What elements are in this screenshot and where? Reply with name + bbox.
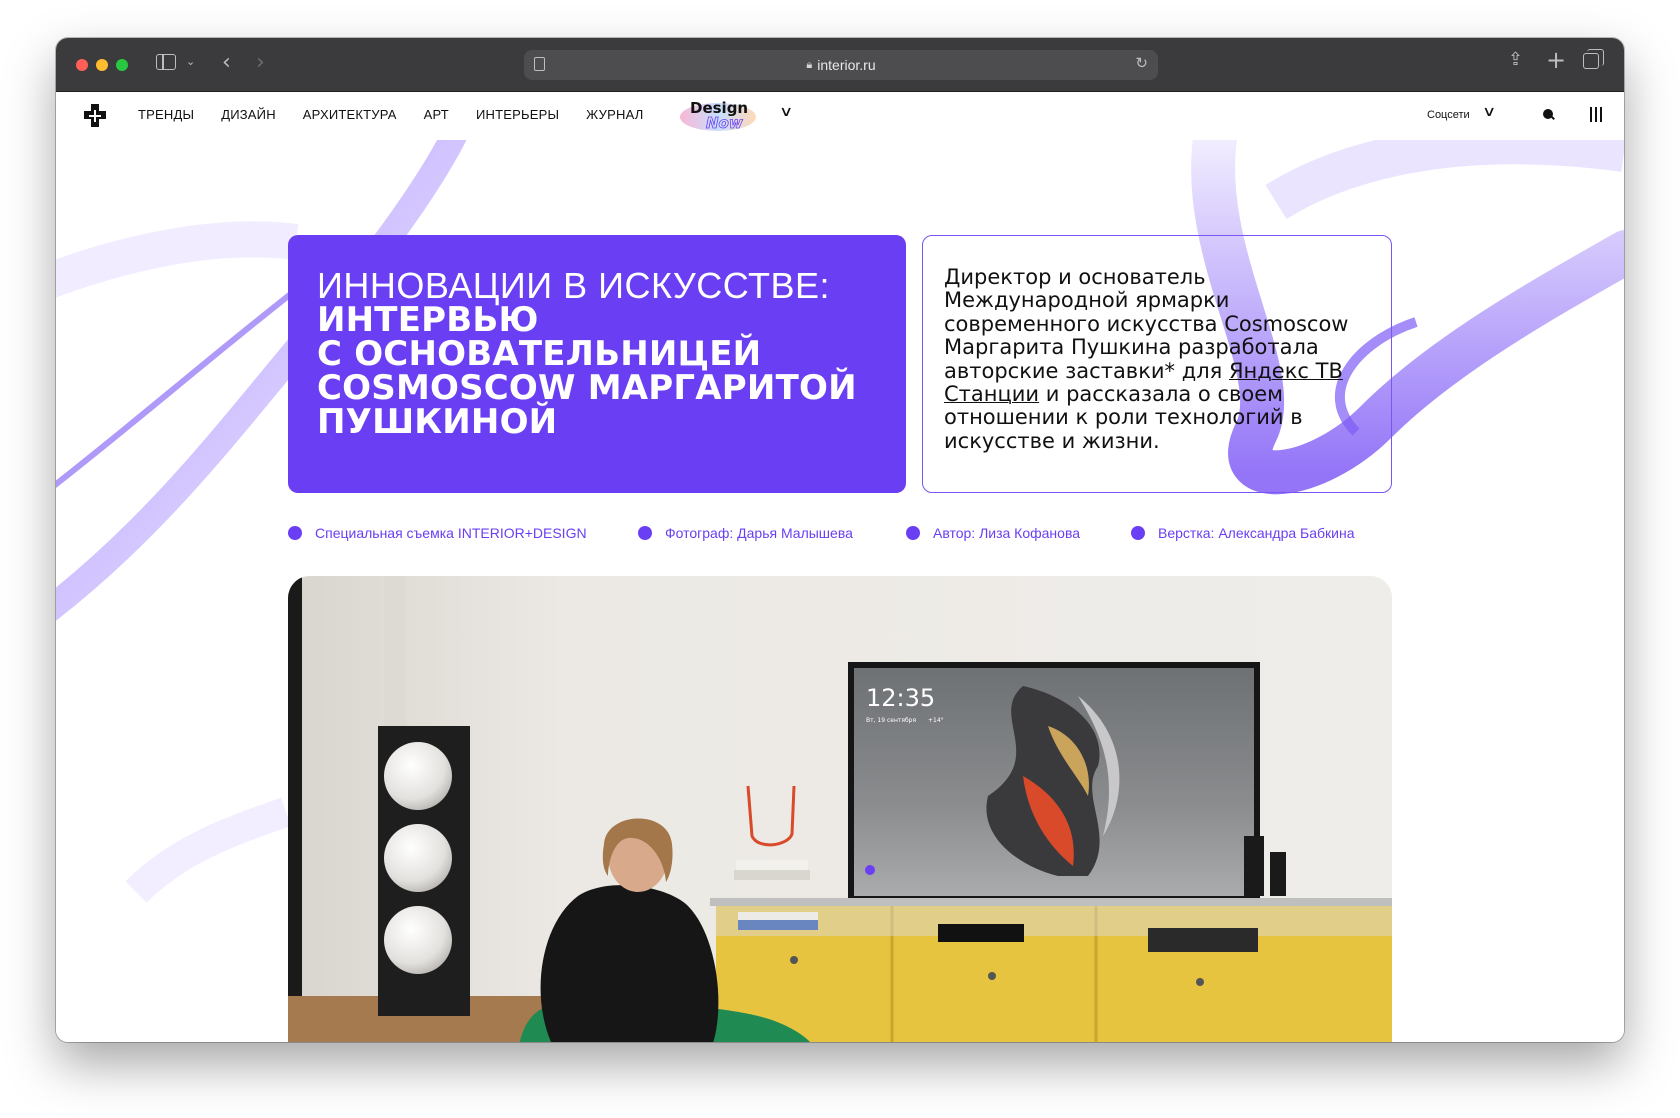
- minimize-window-button[interactable]: [96, 59, 108, 71]
- bullet-dot-icon: [288, 526, 302, 540]
- credit-item[interactable]: Специальная съемка INTERIOR+DESIGN: [288, 525, 587, 541]
- site-header: ТРЕНДЫ ДИЗАЙН АРХИТЕКТУРА АРТ ИНТЕРЬЕРЫ …: [56, 92, 1624, 140]
- socials-dropdown[interactable]: Соцсети: [1427, 109, 1470, 121]
- browser-toolbar: ⌄ ‹ › 🔒︎ interior.ru ↻ ⇪ +: [56, 38, 1624, 92]
- hero-title-line: ИНТЕРВЬЮ: [317, 300, 539, 340]
- back-icon[interactable]: ‹: [222, 50, 231, 75]
- web-page: ТРЕНДЫ ДИЗАЙН АРХИТЕКТУРА АРТ ИНТЕРЬЕРЫ …: [56, 92, 1624, 1042]
- close-window-button[interactable]: [76, 59, 88, 71]
- nav-architecture[interactable]: АРХИТЕКТУРА: [303, 107, 397, 122]
- hero-title-line: COSMOSCOW МАРГАРИТОЙ: [317, 368, 857, 408]
- main-nav: ТРЕНДЫ ДИЗАЙН АРХИТЕКТУРА АРТ ИНТЕРЬЕРЫ …: [138, 107, 670, 122]
- new-tab-icon[interactable]: +: [1546, 46, 1566, 74]
- hero-title-light: ИННОВАЦИИ В ИСКУССТВЕ:: [317, 265, 831, 306]
- forward-icon[interactable]: ›: [256, 50, 265, 75]
- reload-icon[interactable]: ↻: [1135, 54, 1148, 72]
- nav-interiors[interactable]: ИНТЕРЬЕРЫ: [476, 107, 559, 122]
- credit-text: Верстка: Александра Бабкина: [1158, 525, 1355, 541]
- credit-text: Автор: Лиза Кофанова: [933, 525, 1081, 541]
- share-icon[interactable]: ⇪: [1508, 49, 1523, 70]
- window-controls: [76, 59, 128, 71]
- credit-text: Фотограф: Дарья Малышева: [665, 525, 853, 541]
- nav-trends[interactable]: ТРЕНДЫ: [138, 107, 194, 122]
- hero-title-line: ПУШКИНОЙ: [317, 402, 558, 442]
- credit-item[interactable]: Верстка: Александра Бабкина: [1131, 525, 1355, 541]
- search-icon[interactable]: [1543, 109, 1553, 119]
- menu-icon[interactable]: [1590, 107, 1602, 122]
- hero-title-bold: ИНТЕРВЬЮ С ОСНОВАТЕЛЬНИЦЕЙ COSMOSCOW МАР…: [317, 303, 878, 439]
- lead-card: Директор и основатель Международной ярма…: [922, 235, 1392, 493]
- alice-icon: [865, 865, 875, 875]
- bullet-dot-icon: [906, 526, 920, 540]
- badge-line2: Now: [706, 114, 743, 132]
- credit-text: Специальная съемка INTERIOR+DESIGN: [315, 525, 587, 541]
- credit-item[interactable]: Фотограф: Дарья Малышева: [638, 525, 853, 541]
- bullet-dot-icon: [638, 526, 652, 540]
- bullet-dot-icon: [1131, 526, 1145, 540]
- nav-design[interactable]: ДИЗАЙН: [221, 107, 276, 122]
- interior-photo-illustration: 12:35 Вт, 19 сентября +14°: [288, 576, 1392, 1042]
- chevron-down-icon[interactable]: ∨: [1482, 104, 1496, 120]
- chevron-down-icon[interactable]: ⌄: [186, 55, 195, 68]
- reader-icon[interactable]: [534, 57, 545, 71]
- hero-title-card: ИННОВАЦИИ В ИСКУССТВЕ: ИНТЕРВЬЮ С ОСНОВА…: [288, 235, 906, 493]
- lock-icon: 🔒︎: [806, 58, 813, 71]
- design-now-badge[interactable]: Design Now: [676, 95, 760, 135]
- browser-window: ⌄ ‹ › 🔒︎ interior.ru ↻ ⇪ + ТРЕНДЫ ДИЗАЙН…: [56, 38, 1624, 1042]
- zoom-window-button[interactable]: [116, 59, 128, 71]
- sidebar-icon[interactable]: [156, 54, 176, 70]
- tv-clock: 12:35: [866, 684, 935, 712]
- address-bar[interactable]: 🔒︎ interior.ru ↻: [524, 50, 1158, 80]
- url-text: interior.ru: [817, 57, 876, 73]
- hero-title-line: С ОСНОВАТЕЛЬНИЦЕЙ: [317, 334, 762, 374]
- tv-date: Вт, 19 сентября: [866, 717, 916, 724]
- chevron-down-icon[interactable]: ∨: [779, 104, 793, 120]
- tv-weather: +14°: [928, 717, 944, 724]
- credit-item[interactable]: Автор: Лиза Кофанова: [906, 525, 1080, 541]
- hero-photo: 12:35 Вт, 19 сентября +14°: [288, 576, 1392, 1042]
- tabs-overview-icon[interactable]: [1583, 49, 1604, 69]
- site-logo-icon[interactable]: [82, 103, 108, 129]
- nav-art[interactable]: АРТ: [424, 107, 449, 122]
- nav-journal[interactable]: ЖУРНАЛ: [586, 107, 643, 122]
